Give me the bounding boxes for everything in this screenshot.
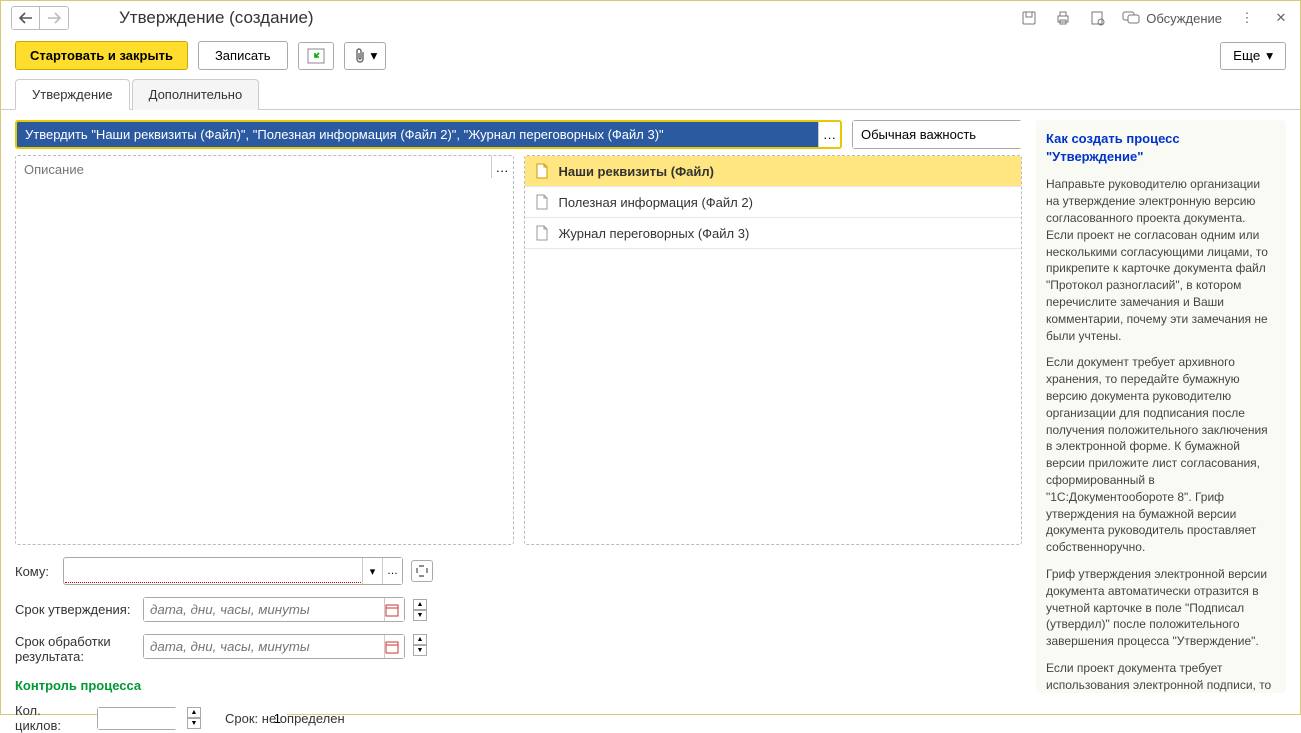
help-panel: Как создать процесс "Утверждение" Направ… — [1036, 120, 1286, 693]
nav-buttons — [11, 6, 69, 30]
to-label: Кому: — [15, 564, 55, 579]
chat-icon — [1122, 10, 1140, 26]
redirect-button[interactable] — [298, 42, 334, 70]
tab-approval[interactable]: Утверждение — [15, 79, 130, 110]
file-label: Журнал переговорных (Файл 3) — [559, 226, 750, 241]
tab-additional[interactable]: Дополнительно — [132, 79, 260, 110]
titlebar: Утверждение (создание) Обсуждение ⋮ ✕ — [1, 1, 1300, 35]
chevron-down-icon: ▾ — [1266, 48, 1273, 64]
help-paragraph: Если проект документа требует использова… — [1046, 660, 1276, 693]
forward-button[interactable] — [40, 7, 68, 29]
cycles-label: Кол. циклов: — [15, 703, 87, 733]
file-row[interactable]: Журнал переговорных (Файл 3) — [525, 218, 1022, 249]
term-label: Срок: не определен — [225, 711, 345, 726]
discuss-label: Обсуждение — [1146, 11, 1222, 26]
step-down-button[interactable]: ▼ — [413, 610, 427, 621]
subject-ellipsis-button[interactable]: … — [818, 122, 840, 147]
result-deadline-stepper[interactable]: ▲ ▼ — [413, 634, 427, 656]
main-content: … ▾ // simulate selected appearance docu… — [15, 120, 1022, 693]
more-button[interactable]: Еще▾ — [1220, 42, 1286, 70]
description-ellipsis-button[interactable]: … — [491, 156, 513, 178]
menu-dots-icon[interactable]: ⋮ — [1238, 9, 1256, 27]
attach-button[interactable]: ▾ — [344, 42, 387, 70]
to-expand-button[interactable] — [411, 560, 433, 582]
file-row[interactable]: Полезная информация (Файл 2) — [525, 187, 1022, 218]
calendar-icon[interactable] — [384, 635, 404, 658]
help-paragraph: Гриф утверждения электронной версии доку… — [1046, 566, 1276, 650]
file-icon — [535, 194, 549, 210]
file-icon — [535, 225, 549, 241]
deadline-field — [143, 597, 405, 622]
priority-input[interactable] — [853, 121, 1045, 148]
description-field: … — [15, 155, 514, 545]
help-paragraph: Если документ требует архивного хранения… — [1046, 354, 1276, 556]
result-deadline-label: Срок обработки результата: — [15, 634, 135, 664]
discuss-link[interactable]: Обсуждение — [1122, 10, 1222, 26]
description-textarea[interactable] — [16, 156, 491, 544]
priority-select[interactable]: ▾ — [852, 120, 1022, 149]
subject-input[interactable] — [17, 122, 818, 147]
save-button[interactable]: Записать — [198, 41, 288, 70]
cycles-field — [97, 707, 177, 730]
toolbar: Стартовать и закрыть Записать ▾ Еще▾ — [1, 35, 1300, 76]
tab-bar: Утверждение Дополнительно — [1, 78, 1300, 110]
file-row[interactable]: Наши реквизиты (Файл) — [525, 156, 1022, 187]
section-control-header: Контроль процесса — [15, 678, 1022, 693]
to-field: ▾ … — [63, 557, 403, 585]
result-deadline-input[interactable] — [144, 635, 384, 658]
step-up-button[interactable]: ▲ — [413, 634, 427, 645]
files-list: Наши реквизиты (Файл) Полезная информаци… — [524, 155, 1023, 545]
help-title: Как создать процесс "Утверждение" — [1046, 130, 1276, 166]
deadline-label: Срок утверждения: — [15, 602, 135, 617]
back-button[interactable] — [12, 7, 40, 29]
subject-field-wrap: … — [15, 120, 842, 149]
report-icon[interactable] — [1088, 9, 1106, 27]
deadline-input[interactable] — [144, 598, 384, 621]
cycles-stepper[interactable]: ▲ ▼ — [187, 707, 201, 729]
file-label: Полезная информация (Файл 2) — [559, 195, 753, 210]
step-down-button[interactable]: ▼ — [413, 645, 427, 656]
deadline-stepper[interactable]: ▲ ▼ — [413, 599, 427, 621]
step-up-button[interactable]: ▲ — [413, 599, 427, 610]
close-icon[interactable]: ✕ — [1272, 9, 1290, 27]
to-input[interactable] — [65, 559, 361, 583]
start-close-button[interactable]: Стартовать и закрыть — [15, 41, 188, 70]
page-title: Утверждение (создание) — [119, 8, 314, 28]
result-deadline-field — [143, 634, 405, 659]
help-paragraph: Направьте руководителю организации на ут… — [1046, 176, 1276, 344]
print-icon[interactable] — [1054, 9, 1072, 27]
step-down-button[interactable]: ▼ — [187, 718, 201, 729]
file-label: Наши реквизиты (Файл) — [559, 164, 715, 179]
calendar-icon[interactable] — [384, 598, 404, 621]
file-icon — [535, 163, 549, 179]
to-ellipsis-button[interactable]: … — [382, 558, 402, 584]
chevron-down-icon: ▾ — [371, 48, 378, 64]
chevron-down-icon[interactable]: ▾ — [362, 558, 382, 584]
save-icon[interactable] — [1020, 9, 1038, 27]
step-up-button[interactable]: ▲ — [187, 707, 201, 718]
